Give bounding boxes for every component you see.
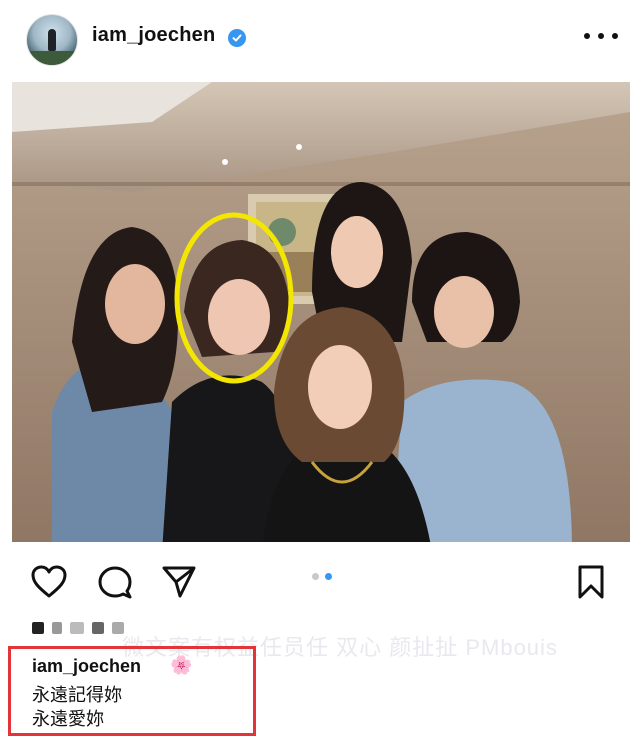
likes-count-obscured [32, 622, 132, 636]
post-header: iam_joechen [0, 0, 640, 80]
caption-username[interactable]: iam_joechen [32, 656, 141, 677]
carousel-dot [312, 573, 319, 580]
group-photo [12, 82, 630, 542]
flower-emoji: 🌸 [170, 655, 193, 675]
more-options-icon[interactable] [584, 24, 618, 48]
heart-icon[interactable] [30, 564, 68, 600]
comment-icon[interactable] [96, 564, 134, 600]
share-icon[interactable] [160, 564, 198, 600]
avatar[interactable] [26, 14, 78, 66]
caption-line-1: 永遠記得妳 [32, 685, 122, 705]
post-photo[interactable] [12, 82, 630, 542]
action-bar [0, 552, 640, 612]
verified-badge-icon [228, 29, 246, 47]
caption-line-2: 永遠愛妳 [32, 709, 104, 729]
bookmark-icon[interactable] [572, 564, 610, 600]
carousel-indicator [312, 573, 332, 580]
post-username[interactable]: iam_joechen [92, 24, 215, 47]
carousel-dot-active [325, 573, 332, 580]
